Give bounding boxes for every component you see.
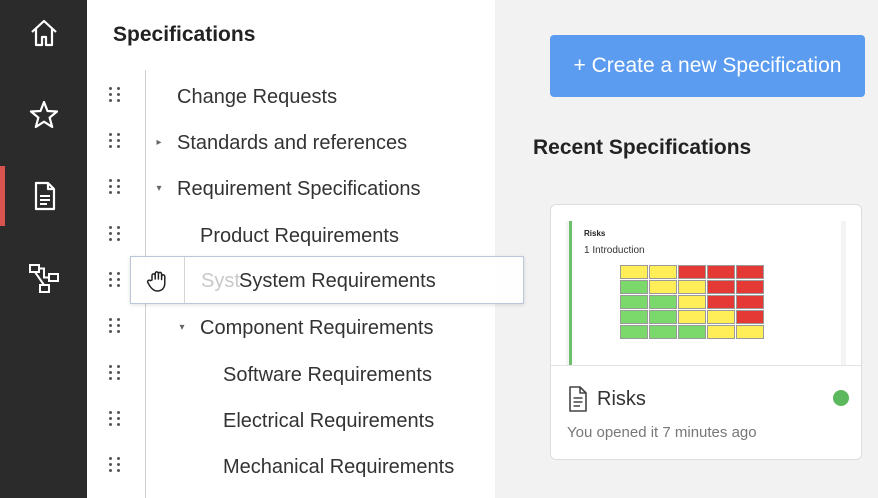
hierarchy-icon (28, 264, 59, 293)
spec-preview-thumbnail: Risks 1 Introduction (566, 221, 846, 369)
risk-cell (707, 310, 735, 324)
card-footer: Risks You opened it 7 minutes ago (551, 365, 861, 459)
tree-item-label: Component Requirements (200, 317, 434, 339)
create-specification-button[interactable]: + Create a new Specification (550, 35, 865, 97)
home-icon (30, 19, 57, 47)
recent-spec-card[interactable]: Risks 1 Introduction Risks You opened it… (550, 204, 862, 460)
hierarchy-nav-button[interactable] (0, 248, 87, 308)
risk-cell (707, 280, 735, 294)
caret-down-icon[interactable]: ▾ (153, 183, 165, 194)
tree-item-label: Change Requests (177, 86, 338, 108)
risk-cell (707, 295, 735, 309)
document-icon (569, 386, 587, 412)
risk-cell (620, 280, 648, 294)
risk-cell (649, 265, 677, 279)
drag-handle-icon[interactable] (109, 226, 123, 246)
risk-cell (649, 280, 677, 294)
tree-item-change-requests[interactable]: Change Requests (87, 77, 495, 117)
drag-handle-icon[interactable] (109, 318, 123, 338)
nav-rail (0, 0, 87, 498)
risk-cell (707, 325, 735, 339)
risk-cell (678, 280, 706, 294)
obscured-tree-label: Syst (201, 270, 240, 292)
caret-right-icon[interactable]: ▸ (153, 137, 165, 148)
drag-ghost-label: System Requirements (239, 270, 436, 292)
drag-ghost[interactable]: Syst System Requirements (130, 256, 524, 304)
risk-cell (736, 265, 764, 279)
tree-item-component-requirements[interactable]: ▾ Component Requirements (87, 308, 495, 348)
risk-cell (736, 325, 764, 339)
risk-cell (707, 265, 735, 279)
tree-item-label: Electrical Requirements (223, 410, 435, 432)
risk-cell (678, 325, 706, 339)
drag-handle-icon[interactable] (109, 133, 123, 153)
panel-title: Specifications (113, 23, 256, 46)
specifications-nav-button[interactable] (0, 166, 87, 226)
tree-item-electrical-requirements[interactable]: Electrical Requirements (87, 401, 495, 441)
drag-handle-icon[interactable] (109, 179, 123, 199)
star-icon (29, 100, 58, 129)
drag-handle-icon[interactable] (109, 365, 123, 385)
risk-cell (736, 310, 764, 324)
risk-cell (620, 295, 648, 309)
main-area: + Create a new Specification Recent Spec… (495, 0, 878, 498)
tree-item-label: Requirement Specifications (177, 178, 421, 200)
favorites-nav-button[interactable] (0, 85, 87, 145)
grab-hand-icon (131, 257, 185, 303)
risk-cell (620, 310, 648, 324)
preview-heading: 1 Introduction (584, 245, 645, 256)
tree-item-product-requirements[interactable]: Product Requirements (87, 216, 495, 256)
drag-handle-icon[interactable] (109, 457, 123, 477)
tree-item-software-requirements[interactable]: Software Requirements (87, 355, 495, 395)
risk-cell (649, 325, 677, 339)
document-icon (34, 181, 55, 211)
risk-cell (736, 295, 764, 309)
drag-handle-icon[interactable] (109, 272, 123, 292)
risk-matrix-preview (620, 265, 764, 339)
risk-cell (649, 310, 677, 324)
tree-item-label: Mechanical Requirements (223, 456, 455, 478)
risk-cell (678, 265, 706, 279)
preview-title: Risks (584, 229, 606, 238)
tree-item-label: Product Requirements (200, 225, 399, 247)
status-indicator (833, 390, 849, 406)
tree-item-requirement-specifications[interactable]: ▾ Requirement Specifications (87, 169, 495, 209)
tree-item-standards[interactable]: ▸ Standards and references (87, 123, 495, 163)
spec-name: Risks (597, 388, 646, 410)
risk-cell (736, 280, 764, 294)
home-nav-button[interactable] (0, 3, 87, 63)
tree-item-mechanical-requirements[interactable]: Mechanical Requirements (87, 447, 495, 487)
recent-specifications-heading: Recent Specifications (533, 136, 752, 159)
specifications-panel: Specifications Change Requests ▸ Standar… (87, 0, 495, 498)
risk-cell (678, 310, 706, 324)
risk-cell (678, 295, 706, 309)
tree-item-label: Standards and references (177, 132, 408, 154)
risk-cell (620, 265, 648, 279)
last-opened-text: You opened it 7 minutes ago (567, 424, 757, 441)
drag-handle-icon[interactable] (109, 411, 123, 431)
risk-cell (620, 325, 648, 339)
risk-cell (649, 295, 677, 309)
tree-item-label: Software Requirements (223, 364, 432, 386)
caret-down-icon[interactable]: ▾ (176, 322, 188, 333)
drag-handle-icon[interactable] (109, 87, 123, 107)
